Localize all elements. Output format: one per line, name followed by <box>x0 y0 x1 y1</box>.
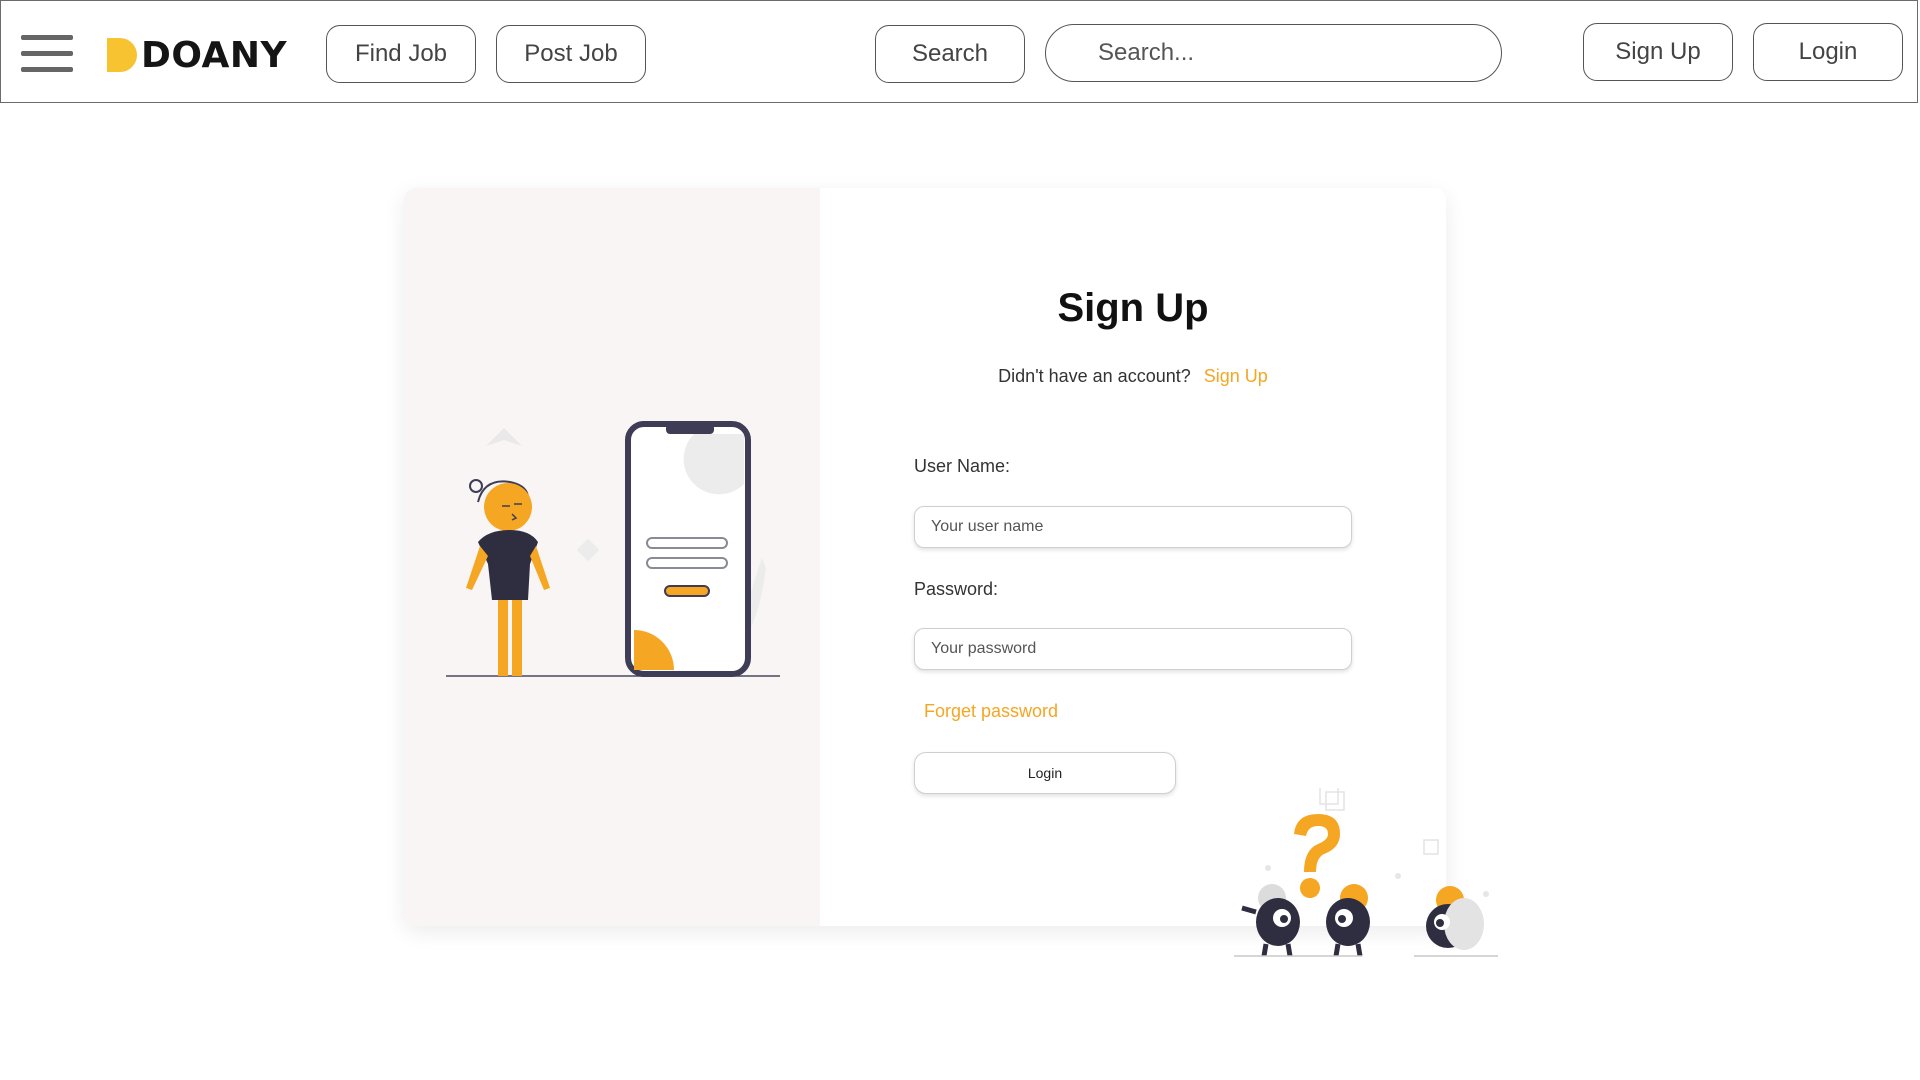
logo-text: DOANY <box>141 34 288 76</box>
question-monsters-illustration <box>1234 788 1498 957</box>
search-button[interactable]: Search <box>875 25 1025 83</box>
login-button[interactable]: Login <box>1753 23 1903 81</box>
find-job-button[interactable]: Find Job <box>326 25 476 83</box>
password-field[interactable] <box>914 628 1352 670</box>
signup-prompt: Didn't have an account? Sign Up <box>820 366 1446 387</box>
password-label: Password: <box>914 579 999 599</box>
logo-mark-icon <box>107 38 137 72</box>
signup-prompt-text: Didn't have an account? <box>998 366 1191 386</box>
signup-link[interactable]: Sign Up <box>1204 366 1268 386</box>
search-input[interactable] <box>1045 24 1502 82</box>
forget-password-link[interactable]: Forget password <box>924 701 1058 722</box>
logo[interactable]: DOANY <box>107 34 288 76</box>
post-job-button[interactable]: Post Job <box>496 25 646 83</box>
top-navbar: DOANY Find Job Post Job Search Sign Up L… <box>0 0 1918 103</box>
username-field[interactable] <box>914 506 1352 548</box>
illustration-panel <box>404 188 820 926</box>
form-login-button[interactable]: Login <box>914 752 1176 794</box>
hamburger-menu-icon[interactable] <box>21 35 73 73</box>
sign-up-button[interactable]: Sign Up <box>1583 23 1733 81</box>
page-title: Sign Up <box>1057 286 1209 330</box>
person-phone-illustration <box>446 421 780 677</box>
username-label: User Name: <box>914 456 1011 476</box>
